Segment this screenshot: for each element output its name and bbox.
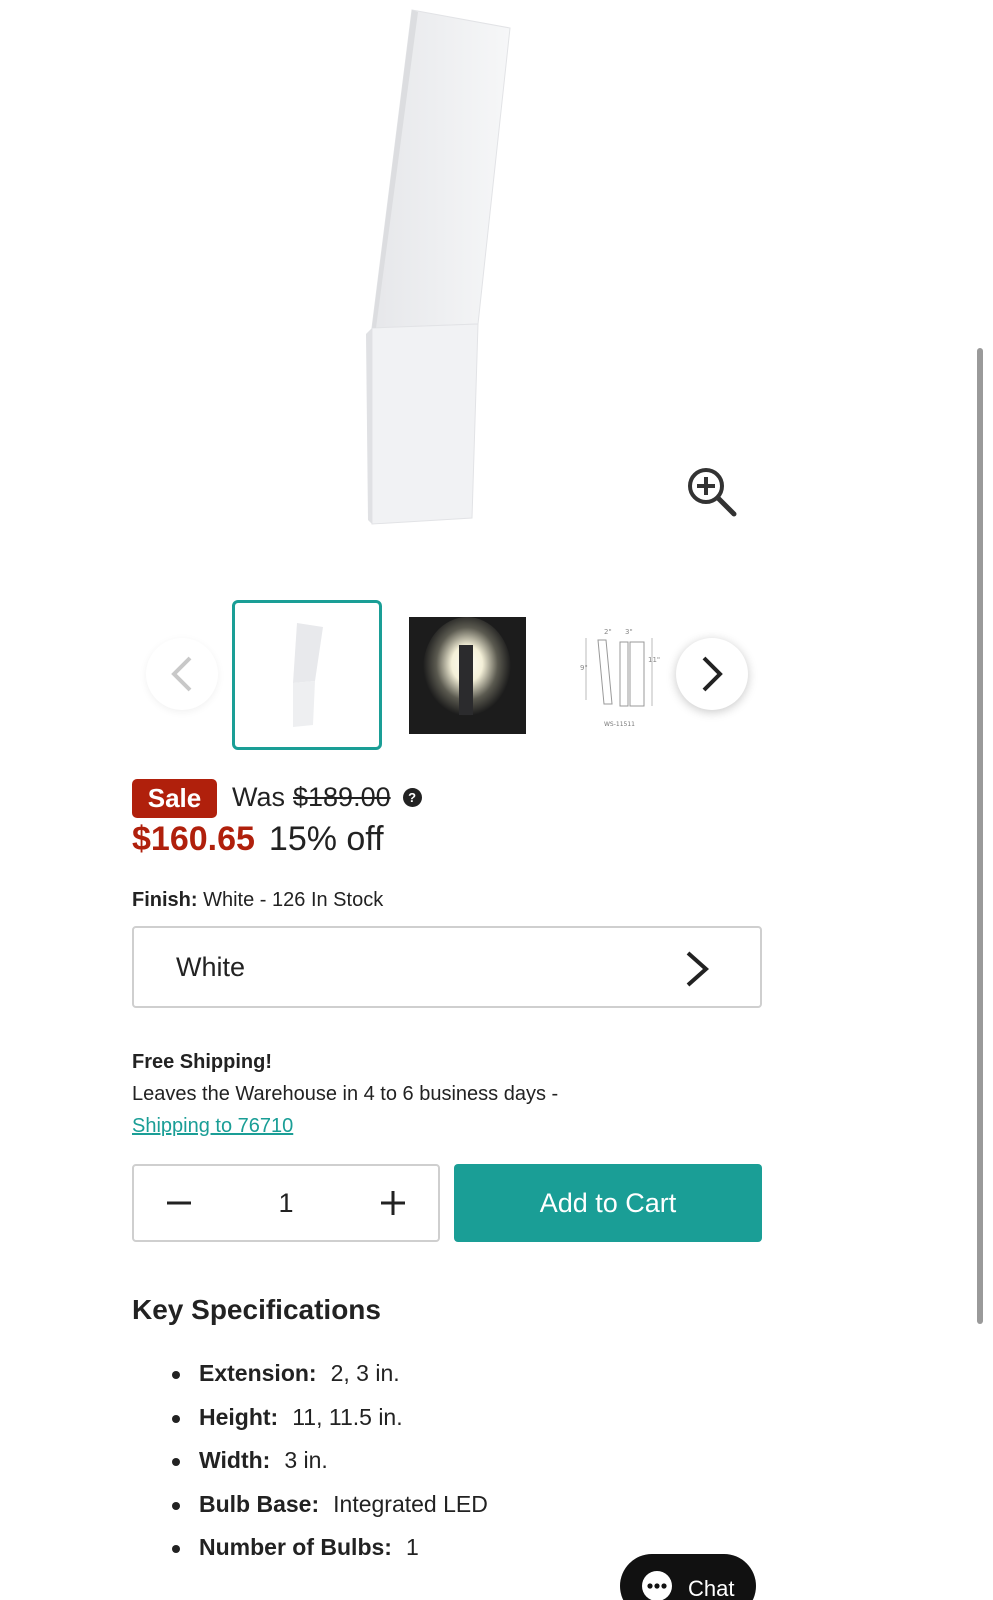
quantity-stepper bbox=[132, 1164, 440, 1242]
finish-selector[interactable]: White bbox=[132, 926, 762, 1008]
finish-label: Finish: bbox=[132, 889, 198, 911]
svg-text:9": 9" bbox=[580, 664, 588, 672]
stock-status: 126 In Stock bbox=[272, 889, 384, 911]
thumbnail-white-sconce[interactable] bbox=[232, 600, 382, 750]
spec-item-extension: Extension: 2, 3 in. bbox=[172, 1360, 488, 1404]
spec-value: Integrated LED bbox=[333, 1490, 488, 1517]
spec-item-bulb-base: Bulb Base: Integrated LED bbox=[172, 1491, 488, 1535]
spec-list: Extension: 2, 3 in. Height: 11, 11.5 in. W… bbox=[172, 1360, 488, 1578]
spec-item-width: Width: 3 in. bbox=[172, 1447, 488, 1491]
carousel-next-button[interactable] bbox=[676, 638, 748, 710]
increase-quantity-button[interactable] bbox=[358, 1166, 428, 1240]
spec-label: Bulb Base: bbox=[199, 1490, 320, 1517]
thumbnail-dimension-drawing[interactable]: 2" 3" 9" 11" WS-11511 bbox=[580, 620, 668, 730]
spec-label: Number of Bulbs: bbox=[199, 1534, 392, 1560]
svg-text:11": 11" bbox=[648, 656, 660, 664]
add-to-cart-button[interactable]: Add to Cart bbox=[454, 1164, 762, 1242]
spec-label: Width: bbox=[199, 1447, 271, 1473]
percent-off: 15% off bbox=[268, 820, 384, 858]
current-price-row: $160.65 15% off bbox=[132, 820, 384, 859]
chat-label: Chat bbox=[688, 1576, 735, 1600]
chat-bubble-icon bbox=[642, 1571, 672, 1600]
minus-icon bbox=[167, 1201, 191, 1205]
spec-value: 3 in. bbox=[284, 1447, 328, 1473]
was-price: $189.00 bbox=[293, 782, 391, 812]
decrease-quantity-button[interactable] bbox=[144, 1166, 214, 1240]
chat-button[interactable]: Chat bbox=[620, 1554, 756, 1600]
sale-badge: Sale bbox=[132, 779, 217, 818]
thumbnail-lit-sconce[interactable] bbox=[409, 617, 526, 734]
quantity-input[interactable] bbox=[234, 1166, 338, 1240]
current-price: $160.65 bbox=[132, 820, 255, 858]
finish-info: Finish: White - 126 In Stock bbox=[132, 889, 383, 912]
svg-text:2": 2" bbox=[604, 628, 612, 636]
page-scrollbar[interactable] bbox=[977, 348, 983, 1324]
spec-value: 2, 3 in. bbox=[330, 1360, 400, 1386]
chevron-left-icon bbox=[171, 656, 192, 692]
svg-text:3": 3" bbox=[625, 628, 633, 636]
finish-value: White - bbox=[203, 889, 267, 911]
main-product-image[interactable] bbox=[360, 8, 530, 538]
spec-label: Height: bbox=[199, 1403, 279, 1430]
spec-item-height: Height: 11, 11.5 in. bbox=[172, 1404, 488, 1448]
spec-value: 1 bbox=[405, 1534, 419, 1560]
thumbnail-carousel: 2" 3" 9" 11" WS-11511 bbox=[0, 598, 993, 752]
plus-icon bbox=[381, 1191, 405, 1215]
zoom-in-button[interactable] bbox=[686, 466, 738, 518]
shipping-text: Leaves the Warehouse in 4 to 6 business … bbox=[132, 1083, 559, 1105]
svg-text:WS-11511: WS-11511 bbox=[604, 721, 635, 728]
chevron-right-icon bbox=[702, 656, 723, 692]
spec-label: Extension: bbox=[199, 1360, 317, 1386]
shipping-title: Free Shipping! bbox=[132, 1051, 272, 1073]
was-price-row: Was $189.00 ? bbox=[232, 782, 422, 813]
spec-item-number-of-bulbs: Number of Bulbs: 1 bbox=[172, 1534, 488, 1578]
spec-value: 11, 11.5 in. bbox=[292, 1403, 403, 1430]
was-label: Was bbox=[232, 782, 285, 812]
help-icon[interactable]: ? bbox=[402, 788, 422, 807]
chevron-right-icon bbox=[686, 951, 710, 987]
key-specifications-heading: Key Specifications bbox=[132, 1294, 381, 1325]
zoom-in-icon bbox=[688, 468, 737, 517]
finish-selected: White bbox=[176, 951, 246, 982]
shipping-zip-link[interactable]: Shipping to 76710 bbox=[132, 1115, 293, 1138]
carousel-prev-button[interactable] bbox=[146, 638, 218, 710]
